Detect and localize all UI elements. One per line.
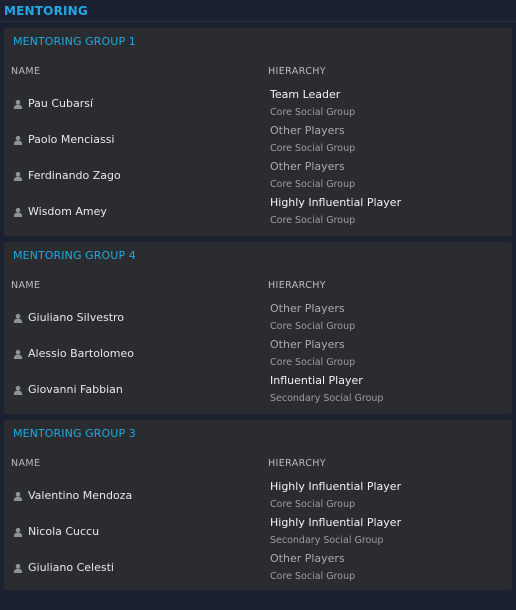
player-name[interactable]: Nicola Cuccu xyxy=(28,525,99,538)
hierarchy-role: Highly Influential Player xyxy=(270,516,402,529)
player-name[interactable]: Giuliano Celesti xyxy=(28,561,114,574)
person-icon xyxy=(13,349,23,359)
hierarchy-role: Team Leader xyxy=(270,88,341,101)
hierarchy-role: Other Players xyxy=(270,552,345,565)
person-icon xyxy=(13,563,23,573)
group-title[interactable]: MENTORING GROUP 3 xyxy=(13,427,136,440)
person-icon xyxy=(13,385,23,395)
player-name[interactable]: Pau Cubarsí xyxy=(28,97,93,110)
player-name[interactable]: Alessio Bartolomeo xyxy=(28,347,134,360)
column-header-hierarchy[interactable]: HIERARCHY xyxy=(268,458,326,469)
hierarchy-role: Highly Influential Player xyxy=(270,196,402,209)
player-row[interactable]: Alessio Bartolomeo Other Players Core Soci… xyxy=(4,336,512,372)
player-row[interactable]: Giuliano Celesti Other Players Core Social… xyxy=(4,550,512,586)
person-icon xyxy=(13,171,23,181)
hierarchy-role: Other Players xyxy=(270,124,345,137)
player-name[interactable]: Ferdinando Zago xyxy=(28,169,121,182)
player-name[interactable]: Valentino Mendoza xyxy=(28,489,132,502)
social-group: Core Social Group xyxy=(270,321,356,332)
column-header-name[interactable]: NAME xyxy=(11,280,40,291)
column-header-name[interactable]: NAME xyxy=(11,66,40,77)
mentoring-group: MENTORING GROUP 4 NAME HIERARCHY Giuliano S… xyxy=(4,242,512,414)
social-group: Core Social Group xyxy=(270,357,356,368)
person-icon xyxy=(13,527,23,537)
column-header-hierarchy[interactable]: HIERARCHY xyxy=(268,280,326,291)
mentoring-group: MENTORING GROUP 1 NAME HIERARCHY Pau Cubars… xyxy=(4,28,512,236)
person-icon xyxy=(13,135,23,145)
player-row[interactable]: Pau Cubarsí Team Leader Core Social Group xyxy=(4,86,512,122)
person-icon xyxy=(13,99,23,109)
hierarchy-role: Other Players xyxy=(270,160,345,173)
social-group: Secondary Social Group xyxy=(270,535,384,546)
mentoring-page: MENTORING MENTORING GROUP 1 NAME HIERARCHY… xyxy=(0,0,516,610)
player-row[interactable]: Ferdinando Zago Other Players Core Social … xyxy=(4,158,512,194)
person-icon xyxy=(13,491,23,501)
social-group: Core Social Group xyxy=(270,571,356,582)
section-title: MENTORING xyxy=(4,4,88,18)
hierarchy-role: Highly Influential Player xyxy=(270,480,402,493)
social-group: Core Social Group xyxy=(270,499,356,510)
mentoring-group: MENTORING GROUP 3 NAME HIERARCHY Valentino … xyxy=(4,420,512,590)
player-row[interactable]: Nicola Cuccu Highly Influential Player Sec… xyxy=(4,514,512,550)
column-header-name[interactable]: NAME xyxy=(11,458,40,469)
social-group: Core Social Group xyxy=(270,179,356,190)
person-icon xyxy=(13,313,23,323)
player-row[interactable]: Wisdom Amey Highly Influential Player Core… xyxy=(4,194,512,230)
hierarchy-role: Influential Player xyxy=(270,374,363,387)
social-group: Core Social Group xyxy=(270,215,356,226)
player-row[interactable]: Giuliano Silvestro Other Players Core Soci… xyxy=(4,300,512,336)
hierarchy-role: Other Players xyxy=(270,302,345,315)
player-row[interactable]: Valentino Mendoza Highly Influential Play… xyxy=(4,478,512,514)
header-divider xyxy=(0,21,516,22)
hierarchy-role: Other Players xyxy=(270,338,345,351)
social-group: Core Social Group xyxy=(270,143,356,154)
social-group: Secondary Social Group xyxy=(270,393,384,404)
player-name[interactable]: Paolo Menciassi xyxy=(28,133,115,146)
group-title[interactable]: MENTORING GROUP 4 xyxy=(13,249,136,262)
player-row[interactable]: Paolo Menciassi Other Players Core Social … xyxy=(4,122,512,158)
player-name[interactable]: Giuliano Silvestro xyxy=(28,311,124,324)
player-name[interactable]: Wisdom Amey xyxy=(28,205,107,218)
column-header-hierarchy[interactable]: HIERARCHY xyxy=(268,66,326,77)
player-name[interactable]: Giovanni Fabbian xyxy=(28,383,123,396)
player-row[interactable]: Giovanni Fabbian Influential Player Second… xyxy=(4,372,512,408)
group-title[interactable]: MENTORING GROUP 1 xyxy=(13,35,136,48)
person-icon xyxy=(13,207,23,217)
social-group: Core Social Group xyxy=(270,107,356,118)
